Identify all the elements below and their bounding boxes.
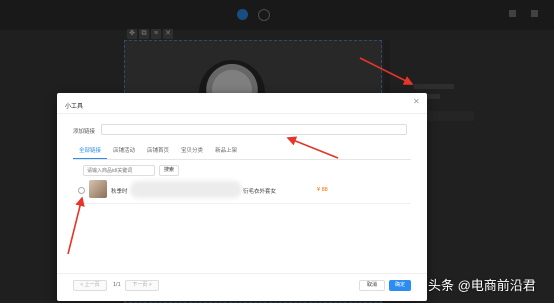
tools-dialog: 小工具 ✕ 添加链接 全部链接 店铺活动 店铺首页 宝贝分类 新品上架 搜索 秋… [57,93,427,301]
product-thumbnail [89,180,107,198]
divider [57,273,427,274]
page-indicator: 1/1 [113,282,121,288]
search-input[interactable] [83,165,155,176]
tab-item-category[interactable]: 宝贝分类 [175,145,209,159]
tab-all-links[interactable]: 全部链接 [73,145,108,159]
confirm-button[interactable]: 确定 [389,280,411,291]
search-button[interactable]: 搜索 [159,165,179,176]
tab-store-activity[interactable]: 店铺活动 [107,145,141,159]
row-select-radio[interactable] [78,187,85,194]
link-type-tabs: 全部链接 店铺活动 店铺首页 宝贝分类 新品上架 [73,145,411,160]
tab-new-arrivals[interactable]: 新品上架 [209,145,243,159]
cancel-button[interactable]: 取消 [359,280,385,291]
product-name-end: 衍毛衣外套女 [243,189,277,195]
close-icon[interactable]: ✕ [413,97,420,106]
prev-page-button[interactable]: < 上一页 [73,280,107,291]
product-name-start: 秋季时 [111,189,128,195]
divider [57,113,427,114]
redacted-area [130,181,242,198]
watermark: 头条 @电商前沿君 [428,278,536,293]
product-price: ¥ 88 [317,187,328,193]
divider [73,203,411,204]
link-label: 添加链接 [73,129,96,135]
dialog-title: 小工具 [65,104,84,110]
next-page-button[interactable]: 下一页 > [125,280,159,291]
link-input[interactable] [101,124,407,135]
tab-store-home[interactable]: 店铺首页 [141,145,175,159]
